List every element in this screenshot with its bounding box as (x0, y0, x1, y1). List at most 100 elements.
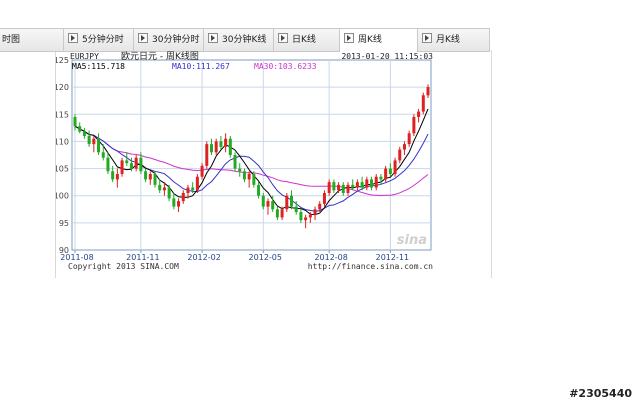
y-tick-label: 105 (56, 165, 69, 174)
candle-body (261, 195, 265, 207)
x-tick-label: 2012-05 (249, 253, 282, 262)
candle-body (360, 182, 364, 188)
tab-3[interactable]: 30分钟K线 (204, 29, 274, 51)
chart-symbol: EURJPY (70, 52, 99, 61)
candle-body (370, 179, 374, 188)
tab-1[interactable]: 5分钟分时 (64, 29, 134, 51)
candle-body (139, 157, 143, 172)
play-icon (422, 33, 432, 43)
candle-body (87, 136, 91, 145)
tab-label: 30分钟K线 (222, 35, 267, 45)
candle-body (402, 144, 406, 150)
candle-body (290, 195, 294, 207)
kline-chart: 90951001051101151201252011-08 2011-11 2012… (56, 50, 433, 271)
candle-body (374, 176, 378, 188)
candle-body (322, 193, 326, 204)
ma-legend-item: MA5:115.718 (72, 62, 125, 71)
tab-4[interactable]: 日K线 (274, 29, 340, 51)
candle-body (421, 95, 425, 112)
plot-area (71, 59, 432, 251)
tab-0[interactable]: 时图 (0, 29, 64, 51)
candle-body (332, 182, 336, 191)
candle-body (167, 187, 171, 199)
candle (421, 92, 425, 115)
y-tick-label: 115 (56, 110, 69, 119)
candle-body (426, 87, 430, 96)
copyright-text: Copyright 2013 SINA.COM (68, 262, 179, 271)
candle-body (162, 187, 166, 191)
x-tick-label: 2012-08 (314, 253, 347, 262)
candle (412, 114, 416, 136)
tab-label: 5分钟分时 (82, 35, 124, 45)
candle (195, 174, 199, 193)
candle-body (191, 187, 195, 191)
kline-chart-panel: 90 95 100 105 110 115 120 125 2011-08 2011-11 2012… (55, 50, 492, 278)
y-tick-label: 125 (56, 56, 69, 65)
ma-legend-item: MA30:103.6233 (254, 62, 317, 71)
candle-body (78, 126, 82, 132)
candle (228, 136, 232, 158)
tab-6[interactable]: 月K线 (418, 29, 490, 51)
candle-body (233, 155, 237, 169)
candle (120, 157, 124, 177)
candle-body (144, 171, 148, 180)
candle-body (177, 201, 181, 207)
play-icon (344, 33, 354, 43)
candle-body (153, 174, 157, 185)
candle (393, 157, 397, 177)
candle-body (388, 168, 392, 174)
candle-body (186, 187, 190, 193)
candle-body (242, 171, 246, 180)
candle-body (327, 182, 331, 193)
candle-body (111, 171, 115, 180)
tab-label: 月K线 (436, 35, 460, 45)
candle-body (115, 174, 119, 180)
candle-body (134, 157, 138, 169)
candle-body (294, 206, 298, 212)
candle-body (299, 212, 303, 221)
y-tick-label: 110 (56, 137, 69, 146)
candle-body (195, 176, 199, 191)
candle-body (228, 138, 232, 155)
x-tick-label: 2012-11 (376, 253, 409, 262)
x-tick-label: 2011-11 (126, 253, 159, 262)
play-icon (138, 33, 148, 43)
candle-body (209, 144, 213, 153)
candle-body (214, 141, 218, 153)
candle-body (125, 160, 129, 164)
candle-body (393, 160, 397, 174)
candle-body (97, 138, 101, 153)
candle (285, 193, 289, 212)
candle-body (398, 149, 402, 161)
candle (205, 141, 209, 169)
play-icon (208, 33, 218, 43)
candle-body (280, 209, 284, 218)
candle-body (129, 163, 133, 169)
candle-body (252, 174, 256, 185)
candle-body (355, 182, 359, 188)
candle-body (379, 176, 383, 180)
play-icon (278, 33, 288, 43)
candle-body (257, 184, 261, 196)
candle-body (407, 133, 411, 145)
tab-2[interactable]: 30分钟分时 (134, 29, 204, 51)
candle-body (318, 203, 322, 210)
candle-body (120, 160, 124, 174)
candle-body (337, 184, 341, 191)
candle-body (266, 201, 270, 207)
candle-body (365, 179, 369, 188)
candle-body (172, 198, 176, 207)
candle-body (200, 165, 204, 177)
candle-body (285, 195, 289, 210)
tab-5[interactable]: 周K线 (340, 29, 418, 52)
candle-body (308, 214, 312, 218)
candle-body (247, 174, 251, 180)
candle-body (158, 184, 162, 191)
candle-body (82, 131, 86, 136)
candle-body (271, 201, 275, 210)
candle-body (219, 141, 223, 147)
candle-body (313, 209, 317, 215)
y-tick-label: 120 (56, 83, 69, 92)
candle-body (351, 184, 355, 188)
candle-body (148, 174, 152, 180)
